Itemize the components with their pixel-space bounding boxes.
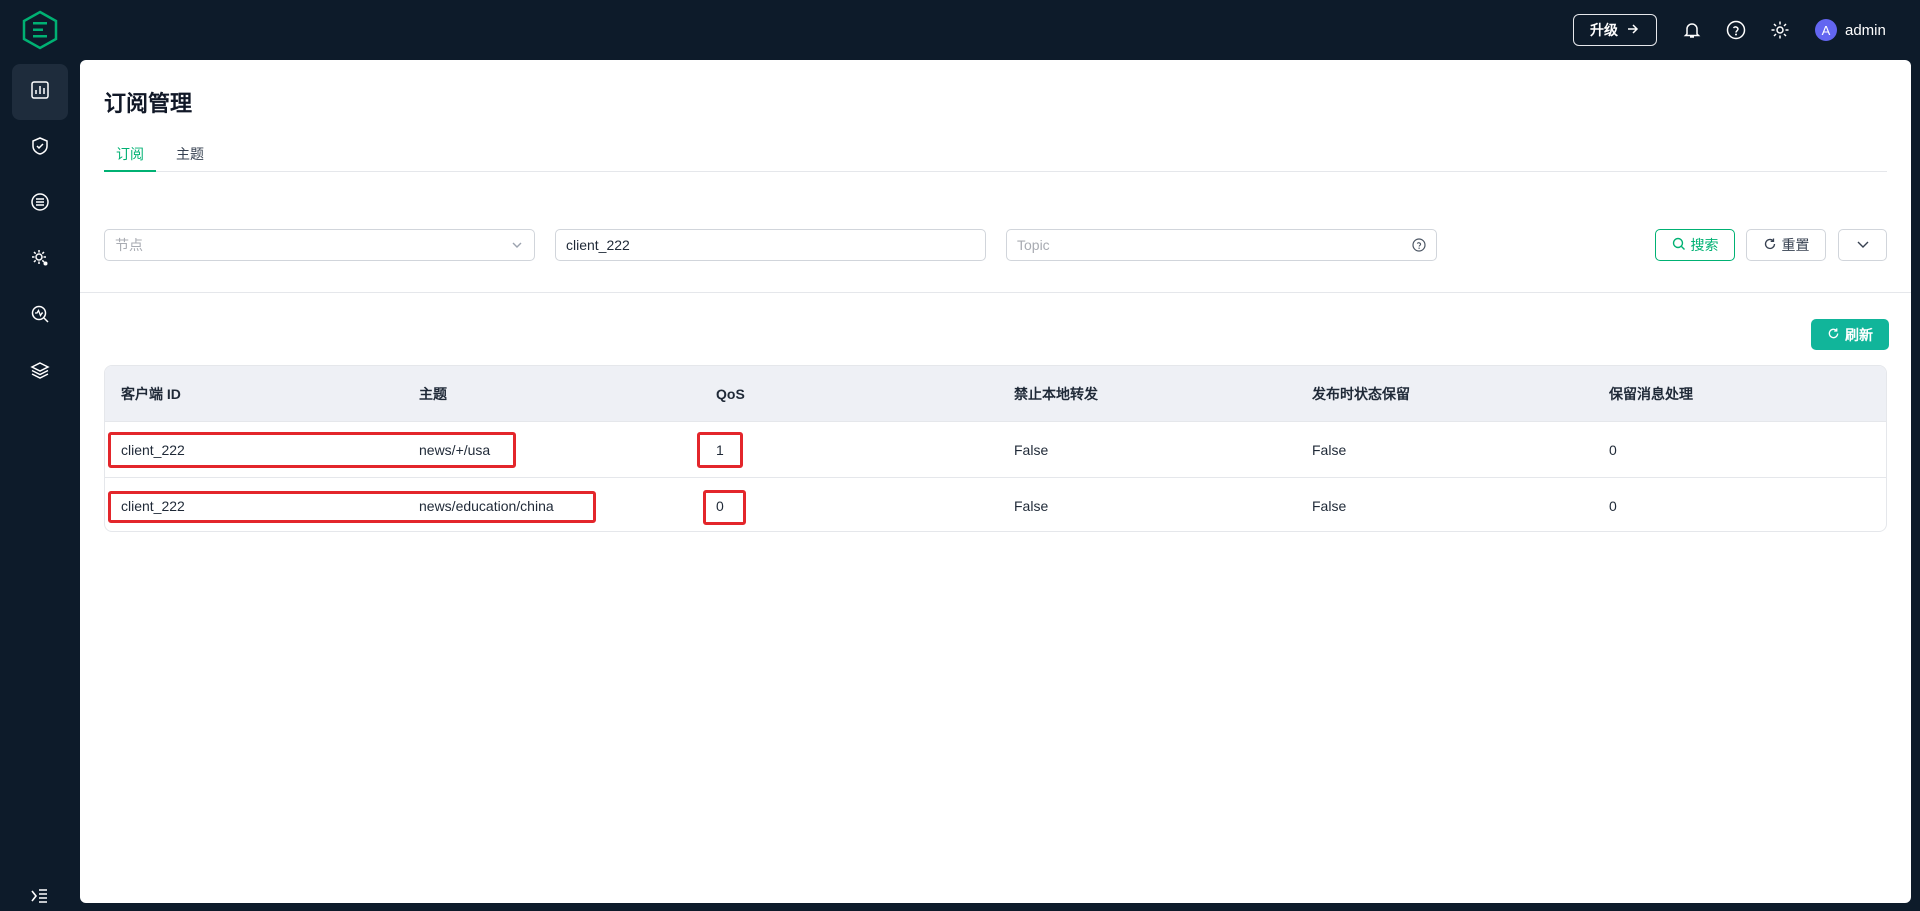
column-header-retain-handling: 保留消息处理 bbox=[1609, 386, 1693, 402]
upgrade-label: 升级 bbox=[1590, 22, 1618, 38]
collapse-sidebar-button[interactable] bbox=[24, 883, 54, 911]
tab-label: 主题 bbox=[176, 146, 204, 162]
node-select-placeholder: 节点 bbox=[115, 237, 143, 253]
topic-placeholder: Topic bbox=[1017, 237, 1050, 253]
chevron-down-icon bbox=[1855, 236, 1871, 255]
help-icon[interactable] bbox=[1724, 18, 1748, 42]
search-button[interactable]: 搜索 bbox=[1655, 229, 1735, 261]
diagnose-icon bbox=[30, 304, 50, 329]
nav-access-control[interactable] bbox=[12, 120, 68, 176]
cell-retain-handling: 0 bbox=[1609, 498, 1617, 514]
nav-management[interactable] bbox=[12, 232, 68, 288]
refresh-icon bbox=[1827, 327, 1840, 343]
cell-qos: 0 bbox=[716, 498, 724, 514]
table-header: 客户端 ID 主题 QoS 禁止本地转发 发布时状态保留 保留消息处理 bbox=[105, 366, 1886, 422]
cell-client-id: client_222 bbox=[121, 442, 185, 458]
help-circle-icon[interactable] bbox=[1412, 238, 1426, 252]
gear-management-icon bbox=[30, 248, 50, 273]
reset-button[interactable]: 重置 bbox=[1746, 229, 1826, 261]
topic-input[interactable]: Topic bbox=[1006, 229, 1437, 261]
page-title: 订阅管理 bbox=[104, 91, 193, 116]
refresh-icon bbox=[1763, 237, 1777, 254]
reset-label: 重置 bbox=[1781, 237, 1810, 253]
nav-diagnose[interactable] bbox=[12, 288, 68, 344]
dashboard-icon bbox=[30, 80, 50, 105]
cell-topic: news/+/usa bbox=[419, 442, 491, 458]
emqx-logo[interactable] bbox=[20, 10, 60, 50]
user-menu[interactable]: A admin bbox=[1815, 18, 1886, 42]
tab-subscriptions[interactable]: 订阅 bbox=[104, 140, 156, 172]
cell-client-id: client_222 bbox=[121, 498, 185, 514]
column-header-no-local: 禁止本地转发 bbox=[1014, 386, 1098, 402]
cell-retain-as-published: False bbox=[1312, 442, 1347, 458]
refresh-button[interactable]: 刷新 bbox=[1811, 319, 1889, 350]
client-id-input[interactable]: client_222 bbox=[555, 229, 986, 261]
top-bar: 升级 A admin bbox=[0, 0, 1920, 60]
subscriptions-table: 客户端 ID 主题 QoS 禁止本地转发 发布时状态保留 保留消息处理 clie… bbox=[104, 365, 1887, 532]
sidebar bbox=[0, 60, 80, 911]
column-header-topic: 主题 bbox=[419, 386, 447, 402]
cell-qos: 1 bbox=[716, 442, 724, 458]
search-label: 搜索 bbox=[1690, 237, 1719, 253]
collapse-icon bbox=[29, 886, 49, 911]
refresh-label: 刷新 bbox=[1845, 326, 1873, 343]
table-row: client_222 news/+/usa 1 False False 0 bbox=[105, 422, 1886, 478]
cell-no-local: False bbox=[1014, 442, 1049, 458]
table-row: client_222 news/education/china 0 False … bbox=[105, 478, 1886, 531]
tabs: 订阅 主题 bbox=[104, 140, 1887, 172]
arrow-right-icon bbox=[1626, 22, 1640, 39]
cell-retain-handling: 0 bbox=[1609, 442, 1617, 458]
integration-icon bbox=[30, 192, 50, 217]
divider bbox=[80, 292, 1911, 293]
upgrade-button[interactable]: 升级 bbox=[1573, 14, 1657, 46]
layers-icon bbox=[30, 360, 50, 385]
search-icon bbox=[1672, 237, 1686, 254]
user-name: admin bbox=[1845, 21, 1886, 39]
shield-icon bbox=[30, 136, 50, 161]
tab-label: 订阅 bbox=[116, 146, 144, 162]
cell-topic: news/education/china bbox=[419, 498, 554, 514]
column-header-client-id: 客户端 ID bbox=[121, 386, 181, 402]
expand-filters-button[interactable] bbox=[1838, 229, 1887, 261]
chevron-down-icon bbox=[510, 238, 524, 252]
node-select[interactable]: 节点 bbox=[104, 229, 535, 261]
cell-retain-as-published: False bbox=[1312, 498, 1347, 514]
main-panel: 订阅管理 订阅 主题 节点 client_222 Topic 搜索 重置 刷新 … bbox=[80, 60, 1911, 903]
nav-integration[interactable] bbox=[12, 176, 68, 232]
column-header-retain-as-published: 发布时状态保留 bbox=[1312, 386, 1410, 402]
tab-topics[interactable]: 主题 bbox=[164, 140, 216, 172]
cell-no-local: False bbox=[1014, 498, 1049, 514]
nav-extensions[interactable] bbox=[12, 344, 68, 400]
avatar: A bbox=[1815, 19, 1837, 41]
nav-dashboard[interactable] bbox=[12, 64, 68, 120]
column-header-qos: QoS bbox=[716, 386, 745, 402]
client-id-value: client_222 bbox=[566, 237, 630, 253]
settings-icon[interactable] bbox=[1768, 18, 1792, 42]
bell-icon[interactable] bbox=[1680, 18, 1704, 42]
